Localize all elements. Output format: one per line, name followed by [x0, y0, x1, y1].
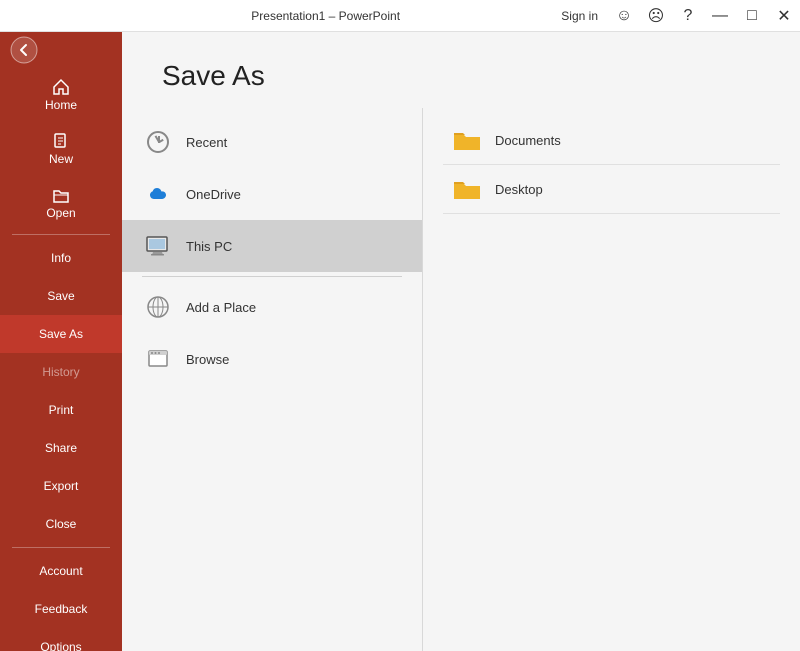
location-browse[interactable]: Browse — [122, 333, 422, 385]
sidebar-item-save-label: Save — [47, 289, 74, 303]
onedrive-icon — [142, 178, 174, 210]
sidebar-nav: Home New — [0, 68, 122, 543]
sidebar-item-save[interactable]: Save — [0, 277, 122, 315]
sidebar-item-history-label: History — [42, 365, 79, 379]
sidebar-item-export[interactable]: Export — [0, 467, 122, 505]
sidebar-item-feedback-label: Feedback — [35, 602, 88, 616]
folder-desktop[interactable]: Desktop — [443, 165, 780, 214]
sidebar-divider-top — [12, 234, 110, 235]
back-button[interactable] — [0, 36, 48, 64]
app-body: Home New — [0, 32, 800, 651]
sidebar-item-open[interactable]: Open — [0, 176, 122, 230]
sidebar-item-feedback[interactable]: Feedback — [0, 590, 122, 628]
location-add-place-label: Add a Place — [186, 300, 256, 315]
sidebar-item-export-label: Export — [44, 479, 79, 493]
close-button[interactable]: ✕ — [768, 0, 800, 32]
location-recent[interactable]: Recent — [122, 116, 422, 168]
new-icon — [52, 132, 70, 150]
sidebar-item-save-as[interactable]: Save As — [0, 315, 122, 353]
sidebar-item-info[interactable]: Info — [0, 239, 122, 277]
content-header: Save As — [122, 32, 800, 108]
content-body: Recent OneDrive — [122, 108, 800, 651]
window-controls: Sign in ☺ ☹ ? — □ ✕ — [551, 0, 800, 32]
sidebar-item-share[interactable]: Share — [0, 429, 122, 467]
sidebar-item-open-label: Open — [46, 206, 75, 220]
locations-pane: Recent OneDrive — [122, 108, 422, 651]
location-this-pc[interactable]: This PC — [122, 220, 422, 272]
content-area: Save As Recent — [122, 32, 800, 651]
sidebar-item-save-as-label: Save As — [39, 327, 83, 341]
clock-hand-1 — [155, 136, 160, 143]
page-title: Save As — [162, 60, 760, 92]
minimize-button[interactable]: — — [704, 0, 736, 32]
maximize-button[interactable]: □ — [736, 0, 768, 32]
clock-circle — [147, 131, 169, 153]
home-icon — [52, 78, 70, 96]
location-recent-label: Recent — [186, 135, 227, 150]
recent-icon — [142, 126, 174, 158]
add-place-icon — [142, 291, 174, 323]
open-icon — [52, 186, 70, 204]
folder-documents[interactable]: Documents — [443, 116, 780, 165]
title-bar: Presentation1 – PowerPoint Sign in ☺ ☹ ?… — [0, 0, 800, 32]
sidebar-item-account[interactable]: Account — [0, 552, 122, 590]
sidebar-item-new[interactable]: New — [0, 122, 122, 176]
sidebar-bottom: Account Feedback Options — [0, 543, 122, 651]
location-this-pc-label: This PC — [186, 239, 232, 254]
location-onedrive[interactable]: OneDrive — [122, 168, 422, 220]
location-divider — [142, 276, 402, 277]
folder-desktop-icon — [451, 175, 483, 203]
sidebar-item-share-label: Share — [45, 441, 77, 455]
sidebar-item-close[interactable]: Close — [0, 505, 122, 543]
sidebar-item-new-label: New — [49, 152, 73, 166]
computer-icon — [142, 230, 174, 262]
sidebar-item-close-label: Close — [46, 517, 77, 531]
sidebar-item-home[interactable]: Home — [0, 68, 122, 122]
sidebar: Home New — [0, 32, 122, 651]
sidebar-item-account-label: Account — [39, 564, 82, 578]
sidebar-item-print-label: Print — [49, 403, 74, 417]
sidebar-item-options-label: Options — [40, 640, 81, 651]
sad-icon[interactable]: ☹ — [640, 0, 672, 32]
sidebar-item-print[interactable]: Print — [0, 391, 122, 429]
help-icon[interactable]: ? — [672, 0, 704, 32]
folder-desktop-label: Desktop — [495, 182, 543, 197]
browse-icon — [142, 343, 174, 375]
location-add-place[interactable]: Add a Place — [122, 281, 422, 333]
window-title: Presentation1 – PowerPoint — [100, 9, 551, 23]
location-browse-label: Browse — [186, 352, 229, 367]
sidebar-item-info-label: Info — [51, 251, 71, 265]
folders-pane: Documents Desktop — [422, 108, 800, 651]
folder-documents-icon — [451, 126, 483, 154]
sidebar-item-history[interactable]: History — [0, 353, 122, 391]
sign-in-button[interactable]: Sign in — [551, 9, 608, 23]
location-onedrive-label: OneDrive — [186, 187, 241, 202]
folder-documents-label: Documents — [495, 133, 561, 148]
clock-hand-2 — [158, 139, 163, 143]
sidebar-item-options[interactable]: Options — [0, 628, 122, 651]
sidebar-item-home-label: Home — [45, 98, 77, 112]
sidebar-divider-bottom — [12, 547, 110, 548]
smiley-icon[interactable]: ☺ — [608, 0, 640, 32]
